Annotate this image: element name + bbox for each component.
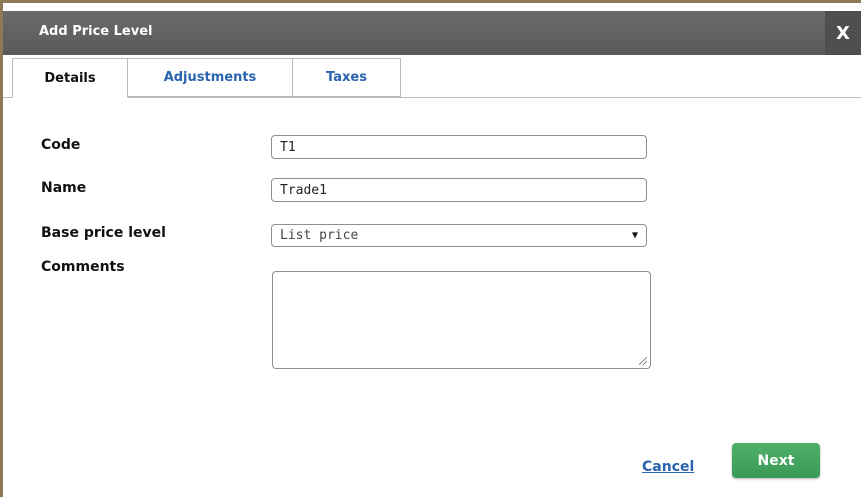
- comments-label: Comments: [41, 259, 125, 275]
- name-label: Name: [41, 180, 87, 196]
- base-price-level-value: List price: [280, 228, 359, 243]
- tab-details[interactable]: Details: [12, 58, 128, 98]
- code-input[interactable]: T1: [271, 135, 647, 159]
- code-label: Code: [41, 137, 81, 153]
- add-price-level-dialog: Add Price Level X Details Adjustments Ta…: [0, 0, 861, 497]
- close-button[interactable]: X: [825, 11, 861, 55]
- base-price-level-label: Base price level: [41, 225, 166, 241]
- tab-bar: Details Adjustments Taxes: [3, 55, 861, 98]
- tab-label: Details: [44, 70, 96, 86]
- resize-grip-icon[interactable]: [639, 357, 647, 365]
- tab-label: Taxes: [326, 70, 367, 85]
- tab-taxes[interactable]: Taxes: [292, 58, 401, 97]
- base-price-level-select[interactable]: List price ▼: [271, 224, 647, 247]
- cancel-link[interactable]: Cancel: [642, 459, 694, 475]
- dialog-title: Add Price Level: [39, 24, 153, 39]
- tab-adjustments[interactable]: Adjustments: [127, 58, 293, 97]
- next-button[interactable]: Next: [732, 443, 820, 478]
- comments-textarea[interactable]: [272, 271, 651, 369]
- chevron-down-icon: ▼: [631, 230, 638, 241]
- next-button-label: Next: [757, 452, 795, 469]
- close-icon: X: [836, 22, 850, 44]
- dialog-titlebar: Add Price Level X: [3, 11, 861, 55]
- name-input[interactable]: Trade1: [271, 178, 647, 202]
- tab-label: Adjustments: [163, 70, 257, 85]
